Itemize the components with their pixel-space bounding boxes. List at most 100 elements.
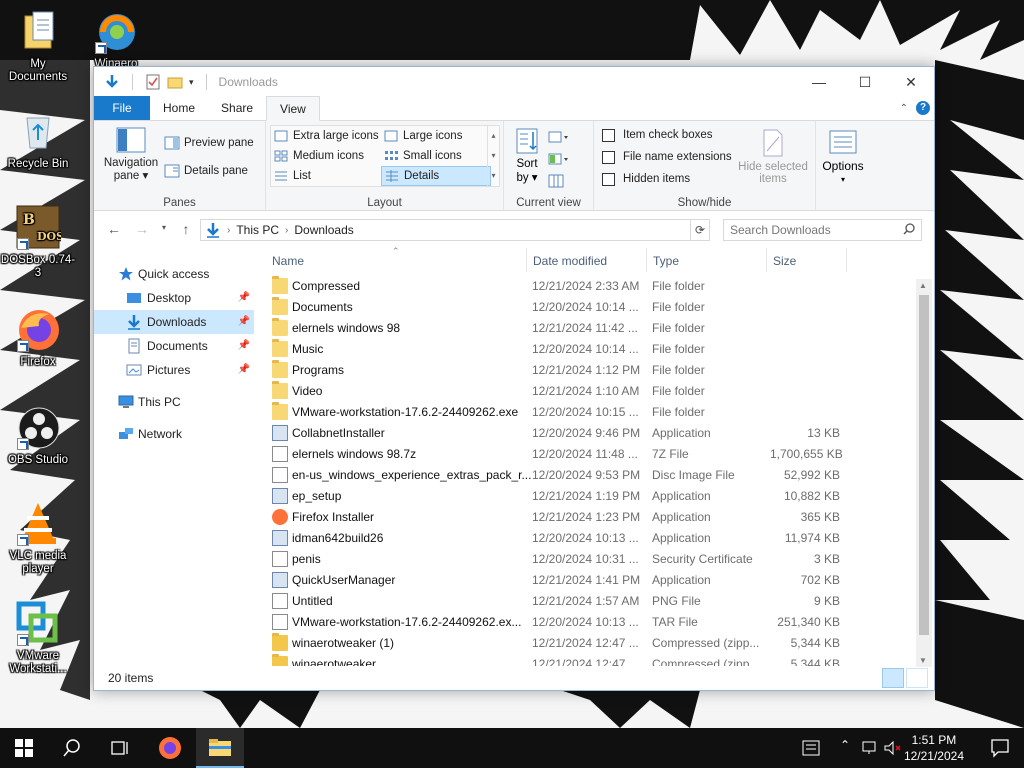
- pin-icon[interactable]: 📌: [238, 364, 250, 375]
- tray-action-center-badge[interactable]: [802, 740, 820, 759]
- nav-downloads[interactable]: Downloads 📌: [94, 310, 254, 334]
- layout-large-icons[interactable]: Large icons: [383, 126, 462, 146]
- file-row[interactable]: QuickUserManager 12/21/2024 1:41 PM Applic…: [264, 570, 914, 591]
- file-row[interactable]: winaerotweaker (1) 12/21/2024 12:47 ... Co…: [264, 633, 914, 654]
- taskbar-firefox[interactable]: [146, 728, 194, 768]
- tab-share[interactable]: Share: [208, 96, 266, 120]
- layout-medium-icons[interactable]: Medium icons: [273, 146, 364, 166]
- file-row[interactable]: VMware-workstation-17.6.2-24409262.ex...…: [264, 612, 914, 633]
- tray-volume[interactable]: [884, 740, 902, 759]
- scrollbar-thumb[interactable]: [919, 295, 929, 635]
- add-columns-button[interactable]: [548, 151, 568, 170]
- tab-view[interactable]: View: [266, 96, 320, 121]
- options-button[interactable]: Options ▾: [818, 129, 868, 187]
- nav-network[interactable]: Network: [94, 422, 254, 446]
- layout-gallery-scroll[interactable]: ▴ ▾ ▾: [487, 126, 499, 186]
- collapse-ribbon-icon[interactable]: ⌃: [900, 103, 908, 114]
- recent-locations-button[interactable]: ▾: [152, 223, 176, 232]
- tray-overflow-chevron[interactable]: ⌃: [840, 738, 850, 752]
- tray-network[interactable]: [862, 740, 880, 759]
- desktop-icon-obs[interactable]: OBS Studio: [0, 404, 76, 467]
- forward-button[interactable]: →: [130, 221, 154, 237]
- file-row[interactable]: VMware-workstation-17.6.2-24409262.exe 12…: [264, 402, 914, 423]
- pin-icon[interactable]: 📌: [238, 340, 250, 351]
- nav-quick-access[interactable]: Quick access: [94, 262, 254, 286]
- breadcrumb-separator[interactable]: ›: [285, 225, 288, 236]
- column-name[interactable]: Name: [272, 254, 304, 268]
- tab-file[interactable]: File: [94, 96, 150, 120]
- desktop-icon-vlc[interactable]: VLC media player: [0, 500, 76, 576]
- file-row[interactable]: winaerotweaker 12/21/2024 12:47 ... Compre…: [264, 654, 914, 666]
- navigation-pane-button[interactable]: Navigation pane ▾: [100, 127, 162, 183]
- file-row[interactable]: Music 12/20/2024 10:14 ... File folder: [264, 339, 914, 360]
- refresh-button[interactable]: ⟳: [690, 219, 710, 241]
- file-row[interactable]: idman642build26 12/20/2024 10:13 ... Appli…: [264, 528, 914, 549]
- help-icon[interactable]: ?: [916, 101, 930, 115]
- search-box[interactable]: Search Downloads: [723, 219, 922, 241]
- nav-pictures[interactable]: Pictures 📌: [94, 358, 254, 382]
- desktop-icon-winaero[interactable]: Winaero: [78, 8, 154, 71]
- clock[interactable]: 1:51 PM 12/21/2024: [904, 732, 964, 764]
- column-type[interactable]: Type: [653, 254, 679, 268]
- column-date-modified[interactable]: Date modified: [533, 254, 607, 268]
- close-button[interactable]: ✕: [888, 67, 934, 97]
- desktop-icon-firefox[interactable]: Firefox: [0, 306, 76, 369]
- group-by-button[interactable]: [548, 129, 568, 148]
- layout-small-icons[interactable]: Small icons: [383, 146, 462, 166]
- breadcrumb-downloads[interactable]: Downloads: [294, 223, 353, 237]
- down-arrow-icon[interactable]: [104, 74, 120, 90]
- breadcrumb-separator[interactable]: ›: [227, 225, 230, 236]
- title-bar[interactable]: ▾ Downloads — ☐ ✕: [94, 67, 934, 97]
- nav-this-pc[interactable]: This PC: [94, 390, 254, 414]
- file-row[interactable]: elernels windows 98.7z 12/20/2024 11:48 .…: [264, 444, 914, 465]
- maximize-button[interactable]: ☐: [842, 67, 888, 97]
- file-row[interactable]: Untitled 12/21/2024 1:57 AM PNG File 9 KB: [264, 591, 914, 612]
- file-row[interactable]: Video 12/21/2024 1:10 AM File folder: [264, 381, 914, 402]
- pin-icon[interactable]: 📌: [238, 292, 250, 303]
- minimize-button[interactable]: —: [796, 67, 842, 97]
- file-row[interactable]: Compressed 12/21/2024 2:33 AM File folder: [264, 276, 914, 297]
- scroll-up-icon[interactable]: ▲: [919, 281, 927, 290]
- file-row[interactable]: CollabnetInstaller 12/20/2024 9:46 PM Appl…: [264, 423, 914, 444]
- up-button[interactable]: ↑: [174, 221, 198, 237]
- desktop-icon-dosbox[interactable]: B DOS DOSBox 0.74-3: [0, 204, 76, 280]
- large-icons-view-button[interactable]: [906, 668, 928, 688]
- size-columns-button[interactable]: [548, 173, 564, 192]
- column-size[interactable]: Size: [773, 254, 796, 268]
- new-folder-icon[interactable]: [167, 74, 183, 90]
- file-row[interactable]: ep_setup 12/21/2024 1:19 PM Application 10,…: [264, 486, 914, 507]
- taskbar-file-explorer[interactable]: [196, 728, 244, 768]
- file-row[interactable]: Documents 12/20/2024 10:14 ... File folder: [264, 297, 914, 318]
- item-check-boxes-toggle[interactable]: Item check boxes: [602, 125, 712, 145]
- file-name-extensions-toggle[interactable]: File name extensions: [602, 147, 732, 167]
- file-row[interactable]: en-us_windows_experience_extras_pack_r..…: [264, 465, 914, 486]
- action-center-button[interactable]: [990, 738, 1010, 761]
- file-row[interactable]: Programs 12/21/2024 1:12 PM File folder: [264, 360, 914, 381]
- scroll-down-icon[interactable]: ▼: [919, 656, 927, 665]
- back-button[interactable]: ←: [102, 221, 126, 237]
- vertical-scrollbar[interactable]: ▲ ▼: [916, 279, 932, 667]
- hidden-items-checkbox[interactable]: [602, 172, 615, 186]
- sort-by-button[interactable]: Sort by ▾: [510, 127, 544, 185]
- nav-desktop[interactable]: Desktop 📌: [94, 286, 254, 310]
- desktop-icon-vmware[interactable]: VMware Workstati...: [0, 600, 76, 676]
- properties-icon[interactable]: [145, 74, 161, 90]
- address-bar[interactable]: › This PC › Downloads ⌄: [200, 219, 710, 241]
- hidden-items-toggle[interactable]: Hidden items: [602, 169, 690, 189]
- layout-extra-large-icons[interactable]: Extra large icons: [273, 126, 379, 146]
- tab-home[interactable]: Home: [150, 96, 208, 120]
- file-name-extensions-checkbox[interactable]: [602, 150, 615, 164]
- desktop-icon-recycle-bin[interactable]: Recycle Bin: [0, 108, 76, 171]
- customize-qat-icon[interactable]: ▾: [189, 77, 194, 88]
- file-row[interactable]: elernels windows 98 12/21/2024 11:42 ... F…: [264, 318, 914, 339]
- preview-pane-button[interactable]: Preview pane: [164, 133, 254, 153]
- hide-selected-items-button[interactable]: Hide selected items: [734, 129, 812, 185]
- layout-details[interactable]: Details: [381, 166, 491, 186]
- details-view-button[interactable]: [882, 668, 904, 688]
- details-pane-button[interactable]: Details pane: [164, 161, 248, 181]
- file-row[interactable]: penis 12/20/2024 10:31 ... Security Certif…: [264, 549, 914, 570]
- start-button[interactable]: [0, 728, 48, 768]
- desktop-icon-my-documents[interactable]: My Documents: [0, 8, 76, 84]
- pin-icon[interactable]: 📌: [238, 316, 250, 327]
- search-taskbar-button[interactable]: [48, 728, 96, 768]
